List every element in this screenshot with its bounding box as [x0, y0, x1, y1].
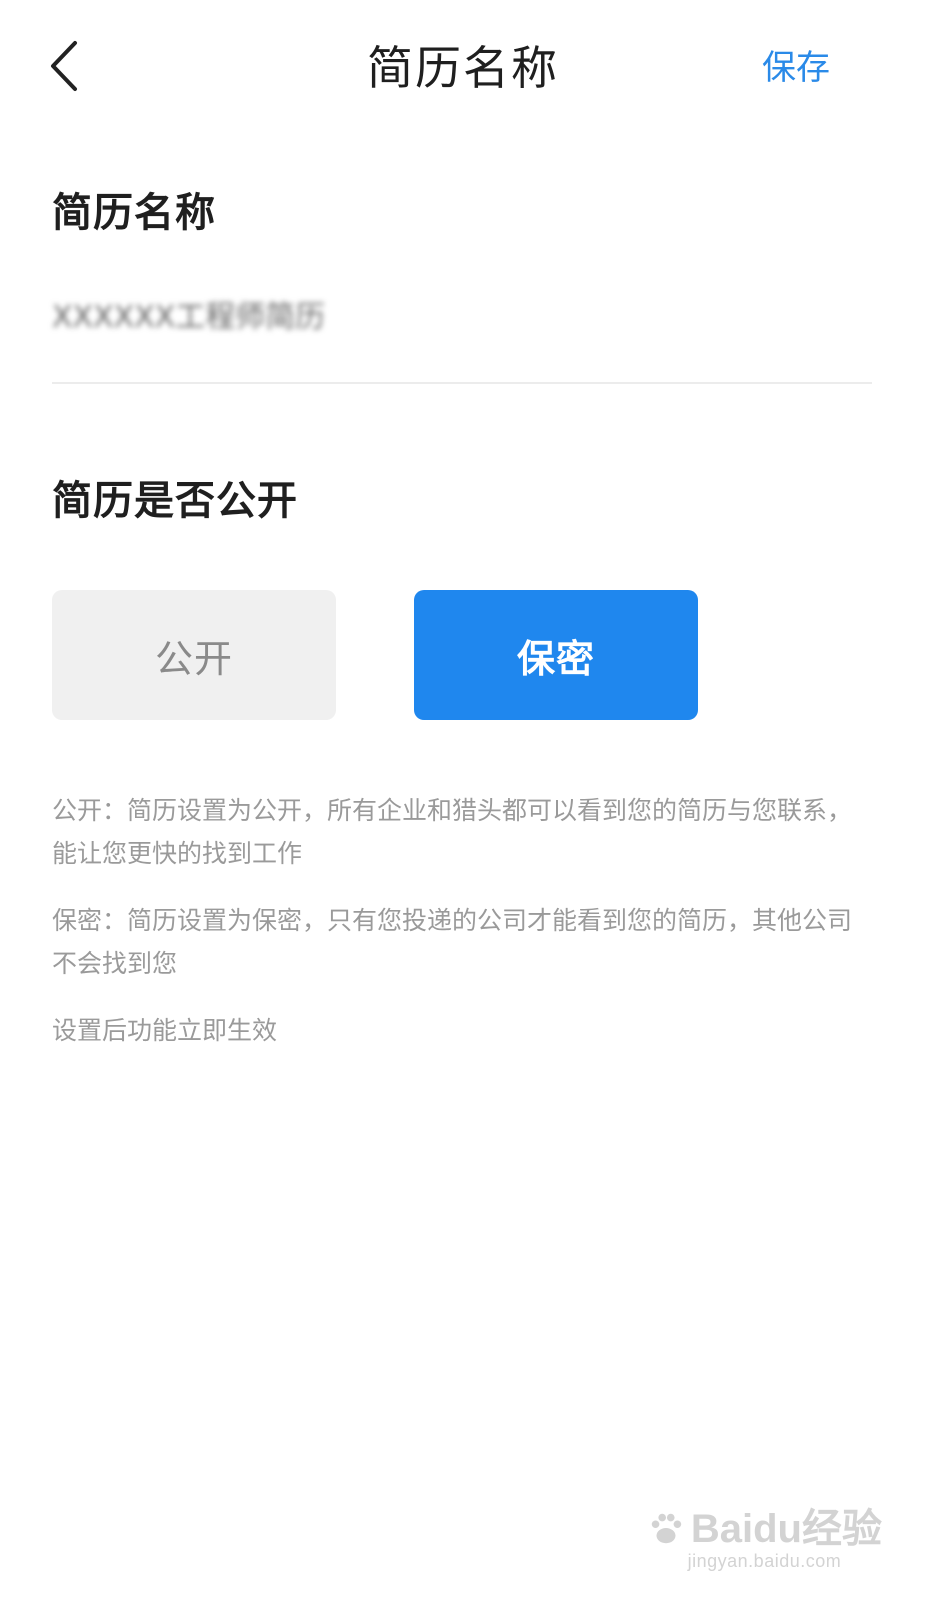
effect-note: 设置后功能立即生效: [52, 1016, 278, 1045]
watermark-brand: Baidu经验: [690, 1507, 882, 1551]
public-option-button[interactable]: 公开: [52, 590, 336, 720]
watermark-url: jingyan.baidu.com: [687, 1551, 842, 1571]
resume-name-input[interactable]: [52, 284, 872, 344]
paw-icon: [651, 1513, 682, 1544]
resume-name-label: 简历名称: [52, 190, 216, 236]
private-description: 保密：简历设置为保密，只有您投递的公司才能看到您的简历，其他公司不会找到您: [52, 906, 853, 978]
private-option-button[interactable]: 保密: [414, 590, 698, 720]
visibility-label: 简历是否公开: [52, 478, 298, 524]
input-divider: [52, 382, 872, 384]
nav-header: 简历名称 保存: [0, 0, 926, 140]
public-description: 公开：简历设置为公开，所有企业和猎头都可以看到您的简历与您联系，能让您更快的找到…: [52, 796, 853, 868]
save-button[interactable]: 保存: [762, 42, 830, 94]
watermark-logo: Baidu经验: [647, 1507, 882, 1551]
watermark: Baidu经验 jingyan.baidu.com: [647, 1507, 882, 1572]
